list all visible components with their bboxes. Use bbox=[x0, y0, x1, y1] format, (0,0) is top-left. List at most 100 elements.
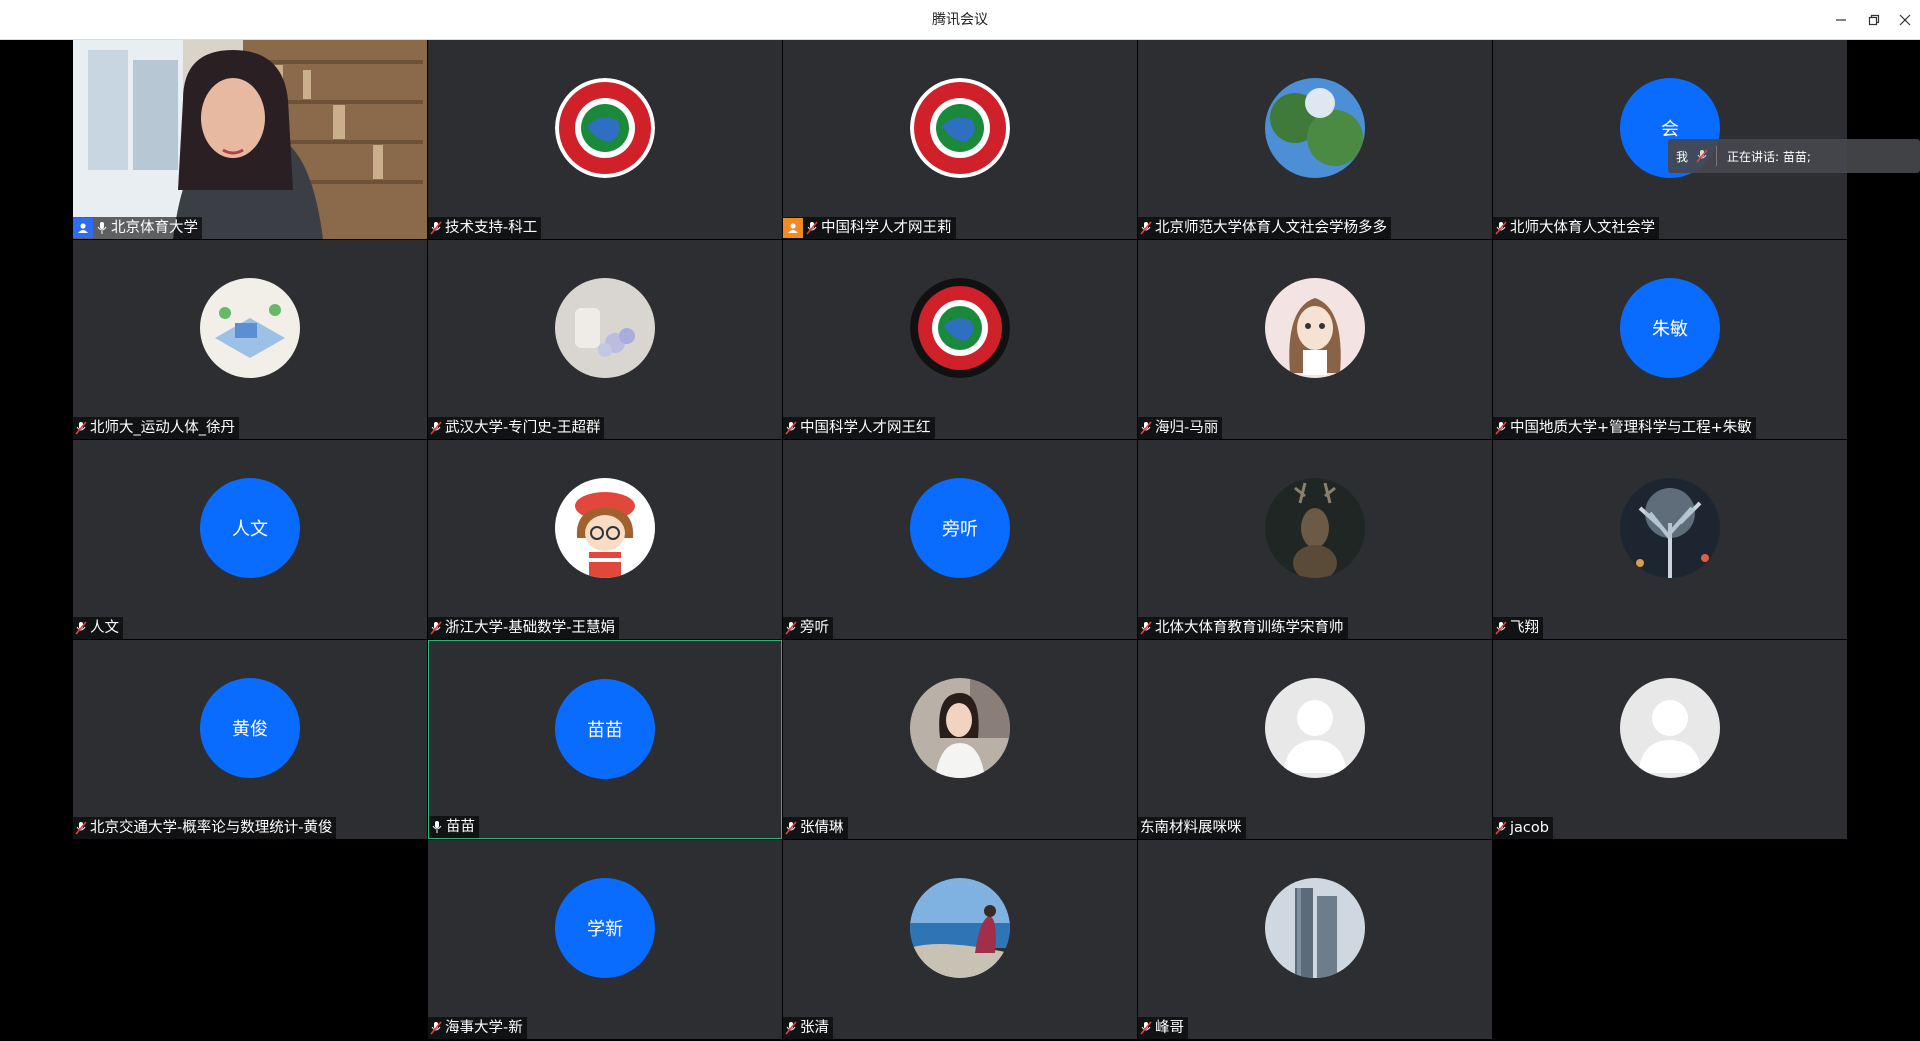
avatar bbox=[1620, 478, 1720, 578]
title-bar: 腾讯会议 bbox=[0, 0, 1920, 40]
participant-name: 北京体育大学 bbox=[111, 220, 198, 236]
illustration-avatar bbox=[200, 278, 300, 378]
participant-name: 北师大体育人文社会学 bbox=[1510, 220, 1655, 236]
restore-button[interactable] bbox=[1863, 9, 1885, 31]
cohost-icon bbox=[783, 218, 803, 238]
participant-tile[interactable]: 峰哥 bbox=[1138, 840, 1492, 1039]
speaking-label: 正在讲话: 苗苗; bbox=[1727, 149, 1811, 164]
mic-muted-icon bbox=[1495, 621, 1507, 635]
participant-name: 人文 bbox=[90, 620, 119, 636]
portrait-photo bbox=[910, 678, 1010, 778]
participant-tile[interactable]: 海归-马丽 bbox=[1138, 240, 1492, 439]
close-icon bbox=[1899, 14, 1911, 26]
mic-muted-icon bbox=[785, 421, 797, 435]
avatar bbox=[1620, 678, 1720, 778]
participant-tile[interactable]: 技术支持-科工 bbox=[428, 40, 782, 239]
avatar bbox=[1265, 678, 1365, 778]
mic-muted-icon bbox=[430, 221, 442, 235]
participant-tile[interactable]: 北京师范大学体育人文社会学杨多多 bbox=[1138, 40, 1492, 239]
seaside-photo bbox=[910, 878, 1010, 978]
avatar: 黄俊 bbox=[200, 678, 300, 778]
mic-muted-icon bbox=[430, 621, 442, 635]
avatar bbox=[910, 878, 1010, 978]
default-user-icon bbox=[1265, 678, 1365, 778]
talent-logo-icon bbox=[910, 78, 1010, 178]
tree-night-photo bbox=[1620, 478, 1720, 578]
avatar bbox=[555, 278, 655, 378]
mic-muted-icon bbox=[1495, 821, 1507, 835]
cartoon-girl-avatar bbox=[1265, 278, 1365, 378]
mic-muted-icon bbox=[75, 421, 87, 435]
avatar bbox=[1265, 78, 1365, 178]
participant-tile[interactable]: 飞翔 bbox=[1493, 440, 1847, 639]
video-stage: 北京体育大学 技术支持-科工 中国科学人才网王莉 北京师范大学体育人文社会学杨多… bbox=[0, 40, 1920, 1041]
participant-tile[interactable]: 浙江大学-基础数学-王慧娟 bbox=[428, 440, 782, 639]
participant-tile[interactable]: 北京体育大学 bbox=[73, 40, 427, 239]
me-label: 我 bbox=[1676, 149, 1689, 164]
mic-muted-icon bbox=[1140, 621, 1152, 635]
talent-logo-icon bbox=[555, 78, 655, 178]
avatar bbox=[1265, 878, 1365, 978]
default-user-icon bbox=[1620, 678, 1720, 778]
avatar: 苗苗 bbox=[555, 679, 655, 779]
mic-muted-icon bbox=[1140, 421, 1152, 435]
participant-grid: 北京体育大学 技术支持-科工 中国科学人才网王莉 北京师范大学体育人文社会学杨多… bbox=[0, 40, 1920, 1041]
participant-tile[interactable]: 旁听 旁听 bbox=[783, 440, 1137, 639]
participant-name: 飞翔 bbox=[1510, 620, 1539, 636]
avatar bbox=[1265, 478, 1365, 578]
avatar bbox=[555, 78, 655, 178]
participant-tile[interactable]: 学新 海事大学-新 bbox=[428, 840, 782, 1039]
participant-name: 北体大体育教育训练学宋育帅 bbox=[1155, 620, 1344, 636]
still-life-photo bbox=[555, 278, 655, 378]
participant-tile[interactable]: 中国科学人才网王红 bbox=[783, 240, 1137, 439]
mic-muted-icon bbox=[75, 621, 87, 635]
participant-name: 张倩琳 bbox=[800, 820, 844, 836]
participant-tile[interactable]: 朱敏 中国地质大学+管理科学与工程+朱敏 bbox=[1493, 240, 1847, 439]
participant-name: 技术支持-科工 bbox=[445, 220, 538, 236]
avatar: 朱敏 bbox=[1620, 278, 1720, 378]
participant-tile[interactable]: 东南材料展咪咪 bbox=[1138, 640, 1492, 839]
mic-muted-icon bbox=[1696, 149, 1708, 163]
participant-name: 中国地质大学+管理科学与工程+朱敏 bbox=[1510, 420, 1752, 436]
participant-tile[interactable]: 张清 bbox=[783, 840, 1137, 1039]
window-title: 腾讯会议 bbox=[932, 12, 988, 28]
mic-muted-icon bbox=[1140, 1021, 1152, 1035]
avatar bbox=[1265, 278, 1365, 378]
participant-name: jacob bbox=[1510, 820, 1549, 836]
participant-name: 北师大_运动人体_徐丹 bbox=[90, 420, 235, 436]
tree-sky-photo bbox=[1265, 78, 1365, 178]
close-button[interactable] bbox=[1894, 9, 1916, 31]
participant-tile[interactable]: 北体大体育教育训练学宋育帅 bbox=[1138, 440, 1492, 639]
participant-name: 中国科学人才网王红 bbox=[800, 420, 931, 436]
participant-name: 苗苗 bbox=[446, 819, 475, 835]
participant-name: 峰哥 bbox=[1155, 1020, 1184, 1036]
avatar bbox=[910, 78, 1010, 178]
camera-video bbox=[73, 40, 427, 239]
participant-name: 浙江大学-基础数学-王慧娟 bbox=[445, 620, 615, 636]
participant-name: 武汉大学-专门史-王超群 bbox=[445, 420, 601, 436]
mic-muted-icon bbox=[806, 221, 818, 235]
mic-muted-icon bbox=[430, 421, 442, 435]
participant-tile[interactable]: jacob bbox=[1493, 640, 1847, 839]
active-speaker-tile[interactable]: 苗苗 苗苗 bbox=[428, 640, 782, 839]
avatar: 学新 bbox=[555, 878, 655, 978]
host-icon bbox=[73, 218, 93, 238]
avatar bbox=[910, 278, 1010, 378]
participant-tile[interactable]: 张倩琳 bbox=[783, 640, 1137, 839]
participant-tile[interactable]: 黄俊 北京交通大学-概率论与数理统计-黄俊 bbox=[73, 640, 427, 839]
participant-name: 东南材料展咪咪 bbox=[1140, 820, 1242, 836]
participant-tile[interactable]: 北师大_运动人体_徐丹 bbox=[73, 240, 427, 439]
participant-tile[interactable]: 人文 人文 bbox=[73, 440, 427, 639]
avatar: 人文 bbox=[200, 478, 300, 578]
participant-name: 海事大学-新 bbox=[445, 1020, 523, 1036]
participant-tile[interactable]: 武汉大学-专门史-王超群 bbox=[428, 240, 782, 439]
minimize-icon bbox=[1836, 19, 1846, 21]
participant-tile[interactable]: 中国科学人才网王莉 bbox=[783, 40, 1137, 239]
avatar bbox=[555, 478, 655, 578]
mic-on-icon bbox=[432, 821, 442, 833]
participant-name: 张清 bbox=[800, 1020, 829, 1036]
talent-logo-icon bbox=[910, 278, 1010, 378]
speaking-indicator: 我 正在讲话: 苗苗; bbox=[1668, 139, 1920, 173]
participant-name: 北京交通大学-概率论与数理统计-黄俊 bbox=[90, 820, 333, 836]
minimize-button[interactable] bbox=[1830, 9, 1852, 31]
